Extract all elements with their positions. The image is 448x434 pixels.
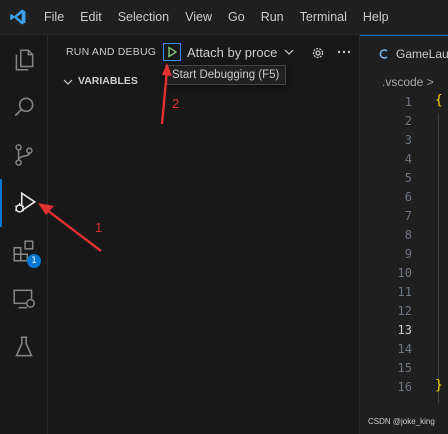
files-icon (15, 49, 34, 71)
line-number: 2 (404, 114, 412, 128)
run-debug-icon (15, 191, 37, 213)
line-number: 5 (404, 171, 412, 185)
gear-icon[interactable] (310, 45, 326, 61)
chevron-down-icon (284, 49, 294, 55)
line-number: 4 (404, 152, 412, 166)
menu-terminal[interactable]: Terminal (292, 0, 355, 35)
extensions-badge: 1 (27, 254, 41, 268)
line-number: 3 (404, 133, 412, 147)
watermark: CSDN @joke_king (368, 417, 435, 426)
line-number: 8 (404, 228, 412, 242)
activity-extensions[interactable]: 1 (0, 227, 48, 275)
line-number: 13 (397, 323, 412, 337)
remote-explorer-icon (13, 289, 35, 309)
editor-tab-label: GameLau (396, 47, 448, 61)
menu-run[interactable]: Run (253, 0, 292, 35)
source-control-icon (15, 144, 33, 166)
activity-search[interactable] (0, 83, 48, 131)
variables-section-label: VARIABLES (78, 75, 138, 87)
line-number: 14 (397, 342, 412, 356)
start-debugging-button[interactable] (163, 43, 181, 61)
debug-configuration-select[interactable]: Attach by proce (181, 42, 299, 62)
activity-explorer[interactable] (0, 36, 48, 84)
search-icon (14, 97, 34, 117)
menu-go[interactable]: Go (220, 0, 253, 35)
line-number: 12 (397, 304, 412, 318)
menu-edit[interactable]: Edit (72, 0, 110, 35)
csharp-file-icon (379, 49, 388, 59)
play-icon (168, 46, 178, 58)
activity-run-and-debug[interactable] (0, 179, 48, 227)
activity-source-control[interactable] (0, 131, 48, 179)
menu-help[interactable]: Help (355, 0, 397, 35)
line-number: 9 (404, 247, 412, 261)
activity-bar: 1 (0, 35, 48, 434)
sidebar-title: RUN AND DEBUG (66, 46, 157, 58)
code-open-brace: { (435, 93, 443, 108)
editor-area: GameLau .vscode > 1 2 3 4 5 6 7 8 9 10 11 12 13 14 15 1… (360, 35, 448, 434)
line-number: 7 (404, 209, 412, 223)
flask-icon (15, 336, 33, 357)
activity-testing[interactable] (0, 323, 48, 371)
code-close-brace: } (435, 378, 443, 393)
more-actions-icon[interactable] (336, 44, 352, 60)
vscode-logo-icon (0, 0, 36, 35)
line-number: 15 (397, 361, 412, 375)
activity-remote-explorer[interactable] (0, 275, 48, 323)
line-number: 6 (404, 190, 412, 204)
editor-tab[interactable]: GameLau (360, 35, 448, 70)
annotation-label-1: 1 (95, 220, 103, 235)
line-number: 16 (397, 380, 412, 394)
variables-section-header[interactable]: VARIABLES (48, 71, 360, 93)
annotation-label-2: 2 (172, 96, 180, 111)
indent-guide (438, 113, 439, 403)
line-number: 10 (397, 266, 412, 280)
breadcrumb[interactable]: .vscode > (382, 75, 434, 89)
line-number: 1 (404, 95, 412, 109)
menu-file[interactable]: File (36, 0, 72, 35)
chevron-down-icon (63, 79, 73, 85)
menu-view[interactable]: View (177, 0, 220, 35)
menu-bar: File Edit Selection View Go Run Terminal… (0, 0, 448, 35)
menu-selection[interactable]: Selection (110, 0, 177, 35)
line-number: 11 (397, 285, 412, 299)
debug-configuration-value: Attach by proce (187, 44, 278, 60)
